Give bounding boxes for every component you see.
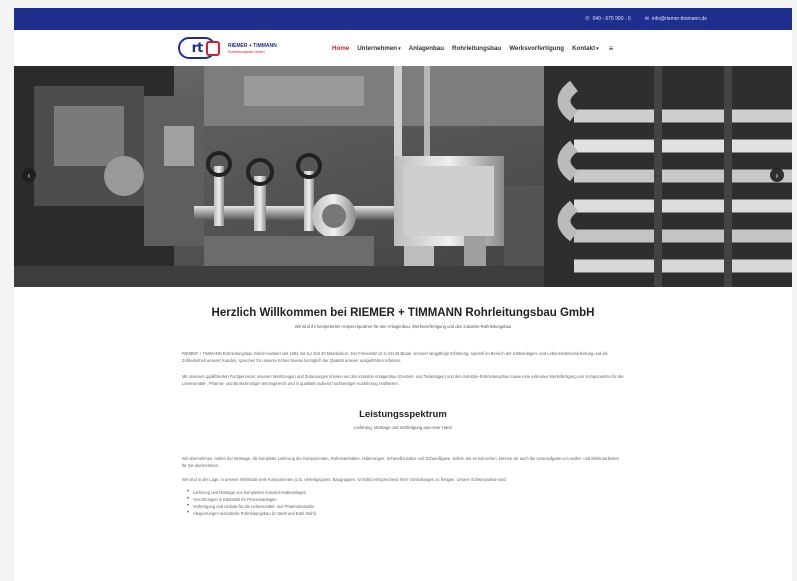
nav-unternehmen-label: Unternehmen — [357, 45, 398, 52]
top-bar: ✆ 040 - 675 990 - 0 ✉ info@riemer-timman… — [14, 8, 792, 30]
nav-rohrleitungsbau[interactable]: Rohrleitungsbau — [452, 45, 501, 52]
logo-red-box — [206, 41, 220, 56]
hero-image — [14, 66, 792, 287]
services-paragraph-1: Wir übernehmen, neben der Montage, die k… — [182, 456, 619, 468]
nav-werksvorfertigung[interactable]: Werksvorfertigung — [509, 45, 564, 52]
logo[interactable]: rt RIEMER + TIMMANN Rohrleitungsbau GmbH — [178, 37, 277, 59]
website: ✆ 040 - 675 990 - 0 ✉ info@riemer-timman… — [14, 8, 792, 581]
nav-unternehmen[interactable]: Unternehmen▾ — [357, 45, 400, 52]
slider-next-button[interactable]: › — [770, 168, 784, 182]
list-item: Vorfertigung und Umbau für die Lebensmit… — [187, 503, 624, 510]
intro-title: Herzlich Willkommen bei RIEMER + TIMMANN… — [211, 307, 595, 319]
slider-prev-button[interactable]: ‹ — [22, 168, 36, 182]
email-text: info@riemer-timmann.de — [651, 16, 707, 22]
mail-icon: ✉ — [644, 16, 649, 22]
list-item: Verrohrungen in Edelstahl für Prozessanl… — [187, 496, 624, 503]
nav-kontakt-label: Kontakt — [572, 45, 596, 52]
phone-icon: ✆ — [585, 16, 590, 22]
services-paragraph-2: Wir sind in der Lage, in unserer Werksta… — [182, 477, 507, 482]
screenshot-frame: ✆ 040 - 675 990 - 0 ✉ info@riemer-timman… — [0, 0, 797, 581]
header: rt RIEMER + TIMMANN Rohrleitungsbau GmbH… — [14, 30, 792, 66]
menu-icon[interactable]: ≡ — [609, 44, 614, 53]
hero-slider: ‹ › — [14, 66, 792, 287]
nav-home[interactable]: Home — [332, 45, 349, 52]
logo-mark-text: rt — [191, 40, 204, 56]
main-content: Herzlich Willkommen bei RIEMER + TIMMANN… — [14, 287, 792, 517]
services-list: Lieferung und Montage von kompletten Ind… — [187, 489, 624, 517]
email-link[interactable]: ✉ info@riemer-timmann.de — [645, 16, 707, 22]
intro-paragraph-1: RIEMER + TIMMANN Rohrleitungsbau GmbH ex… — [182, 351, 608, 363]
nav-kontakt[interactable]: Kontakt▾ — [572, 45, 599, 52]
nav-anlagenbau[interactable]: Anlagenbau — [409, 45, 444, 52]
phone-text: 040 - 675 990 - 0 — [592, 16, 631, 22]
phone-link[interactable]: ✆ 040 - 675 990 - 0 — [585, 16, 630, 22]
chevron-down-icon: ▾ — [398, 46, 401, 52]
chevron-down-icon: ▾ — [596, 46, 599, 52]
intro-paragraph-2: Mit unserem qualifizierten Fachpersonal,… — [182, 374, 624, 386]
list-item: Absperrungen Industrielle Rohrleitungsba… — [187, 510, 624, 517]
services-subtitle: Lieferung, Montage und Vorfertigung aus … — [354, 425, 452, 430]
logo-text: RIEMER + TIMMANN Rohrleitungsbau GmbH — [228, 43, 277, 54]
services-title: Leistungsspektrum — [359, 409, 447, 420]
logo-line-1: RIEMER + TIMMANN — [228, 42, 277, 49]
logo-line-2: Rohrleitungsbau GmbH — [228, 49, 265, 54]
logo-mark: rt — [178, 37, 220, 59]
intro-subtitle: Wir sind Ihr kompetenter Ansprechpartner… — [294, 324, 512, 329]
main-nav: Home Unternehmen▾ Anlagenbau Rohrleitung… — [332, 44, 613, 53]
list-item: Lieferung und Montage von kompletten Ind… — [187, 489, 624, 496]
